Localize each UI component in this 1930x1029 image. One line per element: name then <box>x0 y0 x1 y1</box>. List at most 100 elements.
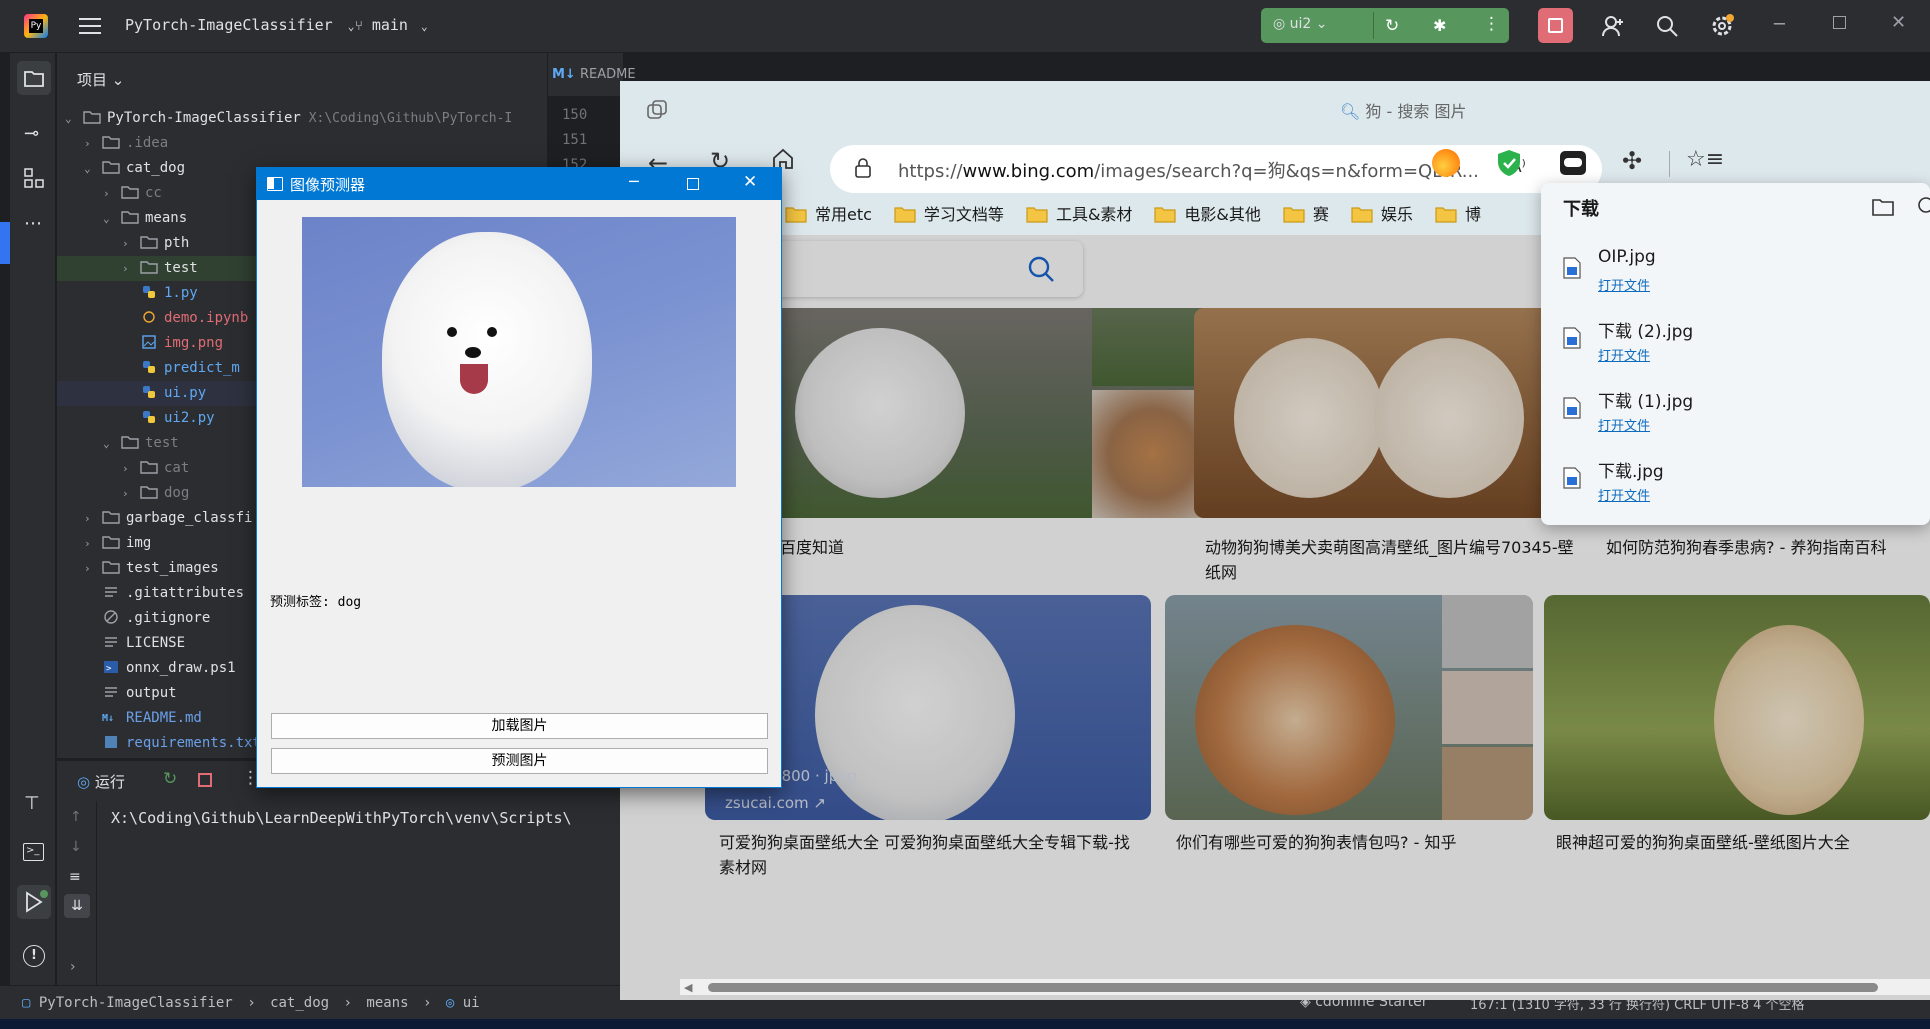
tree-item-label: cat <box>164 460 190 476</box>
run-config-selector[interactable]: ◎ ui2 ⌄ <box>1273 16 1328 32</box>
breadcrumb-item[interactable]: PyTorch-ImageClassifier <box>39 995 233 1011</box>
tab-title-text: 狗 - 搜索 图片 <box>1365 102 1467 121</box>
lock-icon <box>854 157 872 179</box>
minimize-icon[interactable]: ─ <box>1774 14 1785 35</box>
search-icon[interactable] <box>1655 14 1679 38</box>
scroll-left-icon[interactable]: ◀ <box>684 981 692 994</box>
extension-glasses-icon[interactable] <box>1560 151 1586 175</box>
scroll-to-end-icon[interactable]: ⇊ <box>64 894 90 918</box>
project-switcher[interactable]: PyTorch-ImageClassifier ⌄ <box>125 16 354 34</box>
tab-actions-icon[interactable] <box>646 99 668 121</box>
more-icon[interactable]: ⋮ <box>1483 14 1500 34</box>
tab-readme[interactable]: M↓ README <box>552 67 636 82</box>
chevron-down-icon[interactable]: ⌄ <box>103 431 121 456</box>
rerun-icon[interactable]: ↻ <box>1385 16 1399 36</box>
folder-icon <box>83 110 101 124</box>
favorite-folder[interactable]: 博 <box>1435 201 1481 225</box>
tree-item[interactable]: ⌄ PyTorch-ImageClassifier X:\Coding\Githu… <box>57 106 547 131</box>
download-item[interactable]: 下载 (2).jpg 打开文件 <box>1541 307 1930 377</box>
favorite-folder[interactable]: 学习文档等 <box>894 201 1004 225</box>
close-icon[interactable]: ✕ <box>743 172 757 192</box>
open-folder-icon[interactable] <box>1871 196 1895 218</box>
favorite-folder[interactable]: 电影&其他 <box>1154 201 1261 225</box>
restore-icon[interactable] <box>1833 16 1846 29</box>
folder-icon <box>140 260 158 274</box>
chevron-down-icon: ⌄ <box>421 20 428 33</box>
predictor-titlebar: 图像预测器 ─ ✕ <box>257 168 781 200</box>
predict-image-button[interactable]: 预测图片 <box>271 748 768 774</box>
structure-icon[interactable] <box>24 168 44 188</box>
chevron-right-icon[interactable]: › <box>84 131 102 156</box>
favorite-folder[interactable]: 娱乐 <box>1351 201 1413 225</box>
chevron-right-icon[interactable]: › <box>122 231 140 256</box>
arrow-down-icon[interactable]: ↓ <box>70 839 82 855</box>
chevron-right-icon[interactable]: › <box>84 506 102 531</box>
branch-switcher[interactable]: ⑂ main ⌄ <box>355 16 428 34</box>
tree-item[interactable]: › .idea <box>57 131 547 156</box>
load-image-button[interactable]: 加载图片 <box>271 713 768 739</box>
chevron-right-icon[interactable]: › <box>122 256 140 281</box>
extension-shield-icon[interactable] <box>1496 149 1522 177</box>
favorite-folder[interactable]: 工具&素材 <box>1026 201 1132 225</box>
python-packages-icon[interactable]: ⊤ <box>24 793 40 814</box>
chevron-down-icon[interactable]: ⌄ <box>65 106 83 131</box>
chevron-right-icon[interactable]: › <box>122 456 140 481</box>
terminal-icon[interactable]: >_ <box>23 843 44 861</box>
stop-button[interactable] <box>1538 8 1573 43</box>
rerun-icon[interactable]: ↻ <box>163 769 177 789</box>
problems-icon[interactable]: ! <box>23 945 45 967</box>
project-panel-header[interactable]: 项目 ⌄ <box>77 69 124 90</box>
minimize-icon[interactable]: ─ <box>629 172 639 191</box>
downloads-title: 下载 <box>1563 199 1599 220</box>
commit-icon[interactable]: ⊸ <box>24 123 39 144</box>
wrap-icon[interactable]: ≡ <box>69 869 81 885</box>
download-item[interactable]: OIP.jpg 打开文件 <box>1541 237 1930 307</box>
settings-icon[interactable] <box>1710 14 1734 38</box>
download-item[interactable]: 下载.jpg 打开文件 <box>1541 447 1930 517</box>
breadcrumb-item[interactable]: ui <box>463 995 480 1011</box>
main-menu-icon[interactable] <box>79 16 101 36</box>
open-file-link[interactable]: 打开文件 <box>1598 275 1650 294</box>
favorite-folder[interactable]: 常用etc <box>785 201 872 225</box>
stop-icon[interactable] <box>198 773 212 787</box>
chevron-down-icon: ⌄ <box>347 20 355 33</box>
add-user-icon[interactable] <box>1601 14 1625 38</box>
tab-title[interactable]: 🔍︎ 狗 - 搜索 图片 <box>1340 98 1466 122</box>
taskbar-edge <box>0 1019 1930 1029</box>
predictor-window: 图像预测器 ─ ✕ 预测标签: dog 加载图片 预测图片 <box>256 167 782 788</box>
run-tool-button[interactable] <box>17 885 51 919</box>
breadcrumb-item[interactable]: means <box>366 995 408 1011</box>
open-file-link[interactable]: 打开文件 <box>1598 345 1650 364</box>
folder-icon <box>121 210 139 224</box>
chevron-right-icon[interactable]: › <box>84 531 102 556</box>
extensions-icon[interactable]: ✣ <box>1622 147 1642 175</box>
debug-icon[interactable]: ✱ <box>1433 16 1446 35</box>
desktop-edge <box>0 222 10 264</box>
favorite-folder[interactable]: 赛 <box>1283 201 1329 225</box>
tree-item-label: .gitignore <box>126 610 211 626</box>
chevron-right-icon[interactable]: › <box>84 556 102 581</box>
search-icon[interactable] <box>1916 196 1930 218</box>
address-bar[interactable]: https://www.bing.com/images/search?q=狗&q… <box>830 145 1602 193</box>
arrow-up-icon[interactable]: ↑ <box>70 809 82 825</box>
python-file-icon <box>140 410 158 424</box>
maximize-icon[interactable] <box>687 178 699 190</box>
favorites-icon[interactable]: ☆≡ <box>1686 147 1724 172</box>
scrollbar-thumb[interactable] <box>708 983 1878 992</box>
project-tool-button[interactable] <box>17 61 51 95</box>
folder-icon <box>785 205 807 223</box>
download-item[interactable]: 下载 (1).jpg 打开文件 <box>1541 377 1930 447</box>
more-tools-icon[interactable]: ⋯ <box>24 213 42 234</box>
close-icon[interactable]: ✕ <box>1891 12 1906 33</box>
open-file-link[interactable]: 打开文件 <box>1598 485 1650 504</box>
chevron-right-icon[interactable]: › <box>103 181 121 206</box>
horizontal-scrollbar[interactable]: ◀ <box>680 979 1930 995</box>
chevron-down-icon[interactable]: ⌄ <box>103 206 121 231</box>
chevron-right-icon[interactable]: › <box>70 959 76 975</box>
ide-logo-icon: Py <box>24 14 48 38</box>
chevron-right-icon[interactable]: › <box>122 481 140 506</box>
open-file-link[interactable]: 打开文件 <box>1598 415 1650 434</box>
breadcrumb-item[interactable]: cat_dog <box>270 995 329 1011</box>
chevron-down-icon[interactable]: ⌄ <box>84 156 102 181</box>
extension-firefox-icon[interactable] <box>1432 149 1460 177</box>
